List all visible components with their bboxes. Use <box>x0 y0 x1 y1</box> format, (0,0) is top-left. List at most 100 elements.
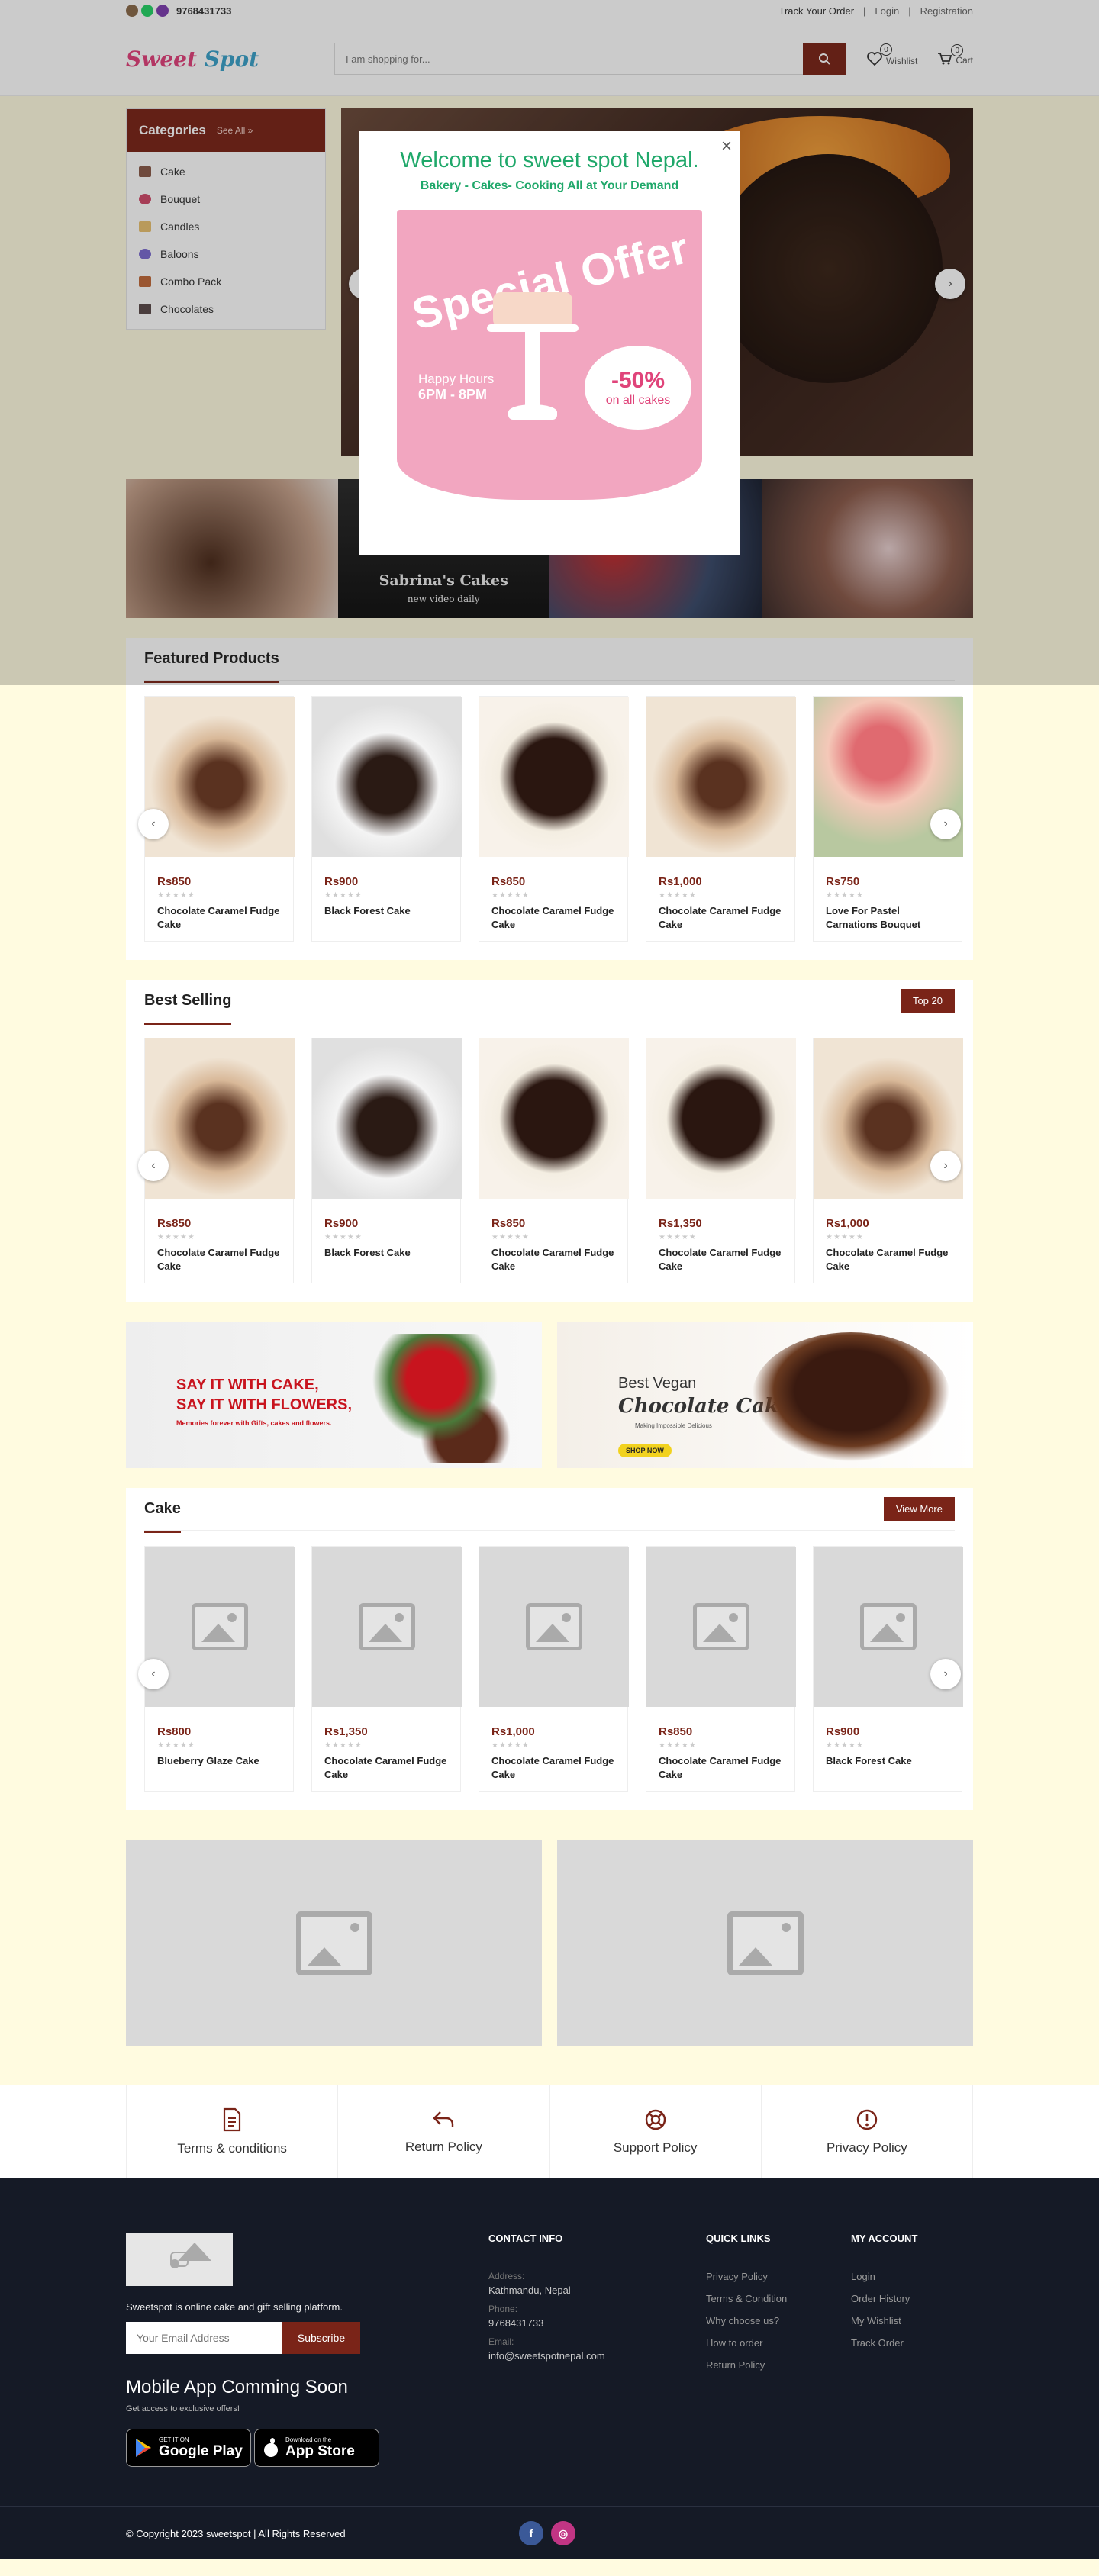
modal-subtitle: Bakery - Cakes- Cooking All at Your Dema… <box>420 179 679 192</box>
shop-now-button[interactable]: SHOP NOW <box>618 1444 672 1457</box>
product-carousel: Rs850 ★★★★★ Chocolate Caramel Fudge Cake R… <box>138 696 963 942</box>
cake-section: Cake View More Rs800 ★★★★★ Blueberry Glaze … <box>126 1488 973 1810</box>
ad-placeholder[interactable] <box>126 1840 542 2046</box>
policy-privacy[interactable]: Privacy Policy <box>760 2085 973 2178</box>
promo-banner-flowers[interactable]: SAY IT WITH CAKE, SAY IT WITH FLOWERS, Me… <box>126 1322 542 1468</box>
footer-logo[interactable] <box>126 2233 233 2286</box>
rating-stars: ★★★★★ <box>324 1233 363 1241</box>
footer-link[interactable]: How to order <box>706 2337 851 2349</box>
rating-stars: ★★★★★ <box>491 1741 530 1750</box>
product-image <box>312 1547 462 1707</box>
close-icon[interactable]: × <box>721 136 732 157</box>
policy-strip: Terms & conditions Return Policy Support… <box>0 2085 1099 2178</box>
carousel-next-button[interactable]: › <box>930 1659 961 1689</box>
modal-title: Welcome to sweet spot Nepal. <box>400 148 699 172</box>
footer-phone[interactable]: 9768431733 <box>488 2317 706 2329</box>
special-offer-image[interactable]: Special Offer Happy Hours 6PM - 8PM -50% o… <box>397 210 702 500</box>
footer-email[interactable]: info@sweetspotnepal.com <box>488 2350 706 2362</box>
image-placeholder-icon <box>526 1603 582 1650</box>
product-image <box>479 697 629 857</box>
footer-link[interactable]: Order History <box>851 2293 973 2304</box>
product-image <box>646 1038 796 1199</box>
image-placeholder-icon <box>693 1603 749 1650</box>
document-icon <box>224 2107 241 2132</box>
image-placeholder-icon <box>170 2243 211 2268</box>
exclamation-circle-icon <box>856 2109 878 2130</box>
app-title: Mobile App Comming Soon <box>126 2377 348 2397</box>
product-image <box>646 697 796 857</box>
copyright-bar: © Copyright 2023 sweetspot | All Rights … <box>0 2506 1099 2559</box>
product-carousel: Rs800 ★★★★★ Blueberry Glaze Cake Rs1,350 ★★… <box>138 1546 963 1792</box>
product-card[interactable]: Rs900 ★★★★★ Black Forest Cake <box>311 696 462 942</box>
product-card[interactable]: Rs850 ★★★★★ Chocolate Caramel Fudge Cake <box>479 696 629 942</box>
product-image <box>479 1038 629 1199</box>
carousel-next-button[interactable]: › <box>930 809 961 839</box>
apple-icon <box>264 2438 278 2457</box>
footer-link[interactable]: Privacy Policy <box>706 2271 851 2282</box>
policy-return[interactable]: Return Policy <box>337 2085 549 2178</box>
subscribe-button[interactable]: Subscribe <box>282 2322 360 2354</box>
ad-placeholder[interactable] <box>557 1840 973 2046</box>
rating-stars: ★★★★★ <box>659 1233 697 1241</box>
product-image <box>145 1547 295 1707</box>
rating-stars: ★★★★★ <box>826 1233 864 1241</box>
section-title: Best Selling <box>144 992 232 1025</box>
newsletter-email-input[interactable] <box>126 2322 282 2354</box>
product-card[interactable]: Rs1,000 ★★★★★ Chocolate Caramel Fudge Cake <box>646 696 796 942</box>
footer-link[interactable]: Track Order <box>851 2337 973 2349</box>
product-image <box>312 697 462 857</box>
best-selling-section: Best Selling Top 20 Rs850 ★★★★★ Chocolate C… <box>126 980 973 1302</box>
rating-stars: ★★★★★ <box>157 1741 195 1750</box>
return-arrow-icon <box>433 2111 454 2127</box>
facebook-icon[interactable]: f <box>519 2521 543 2545</box>
footer-link[interactable]: Return Policy <box>706 2359 851 2371</box>
policy-terms[interactable]: Terms & conditions <box>126 2085 337 2178</box>
product-card[interactable]: Rs900 ★★★★★ Black Forest Cake <box>311 1038 462 1283</box>
featured-section: Featured Products Rs850 ★★★★★ Chocolate Ca… <box>126 638 973 960</box>
product-carousel: Rs850 ★★★★★ Chocolate Caramel Fudge Cake R… <box>138 1038 963 1283</box>
rating-stars: ★★★★★ <box>157 1233 195 1241</box>
carousel-prev-button[interactable]: ‹ <box>138 1151 169 1181</box>
rating-stars: ★★★★★ <box>659 891 697 900</box>
instagram-icon[interactable]: ◎ <box>551 2521 575 2545</box>
product-card[interactable]: Rs1,000 ★★★★★ Chocolate Caramel Fudge Cake <box>479 1546 629 1792</box>
rating-stars: ★★★★★ <box>324 891 363 900</box>
product-image <box>145 697 295 857</box>
footer-link[interactable]: Login <box>851 2271 973 2282</box>
product-card[interactable]: Rs1,350 ★★★★★ Chocolate Caramel Fudge Cake <box>311 1546 462 1792</box>
rating-stars: ★★★★★ <box>324 1741 363 1750</box>
policy-support[interactable]: Support Policy <box>549 2085 761 2178</box>
view-more-button[interactable]: View More <box>883 1496 955 1521</box>
footer-link[interactable]: Terms & Condition <box>706 2293 851 2304</box>
section-title: Cake <box>144 1500 181 1533</box>
image-placeholder-icon <box>860 1603 917 1650</box>
google-play-button[interactable]: GET IT ON Google Play <box>126 2429 251 2467</box>
image-placeholder-icon <box>727 1911 804 1975</box>
product-card[interactable]: Rs850 ★★★★★ Chocolate Caramel Fudge Cake <box>646 1546 796 1792</box>
footer: Sweetspot is online cake and gift sellin… <box>0 2178 1099 2506</box>
footer-link[interactable]: Why choose us? <box>706 2315 851 2326</box>
carousel-prev-button[interactable]: ‹ <box>138 809 169 839</box>
rating-stars: ★★★★★ <box>491 1233 530 1241</box>
carousel-prev-button[interactable]: ‹ <box>138 1659 169 1689</box>
welcome-modal: × Welcome to sweet spot Nepal. Bakery - … <box>359 131 740 555</box>
app-subtitle: Get access to exclusive offers! <box>126 2404 240 2413</box>
rating-stars: ★★★★★ <box>826 891 864 900</box>
quick-links: QUICK LINKS Privacy Policy Terms & Condi… <box>706 2233 851 2467</box>
footer-description: Sweetspot is online cake and gift sellin… <box>126 2301 343 2313</box>
my-account-links: MY ACCOUNT Login Order History My Wishli… <box>851 2233 973 2467</box>
top-20-button[interactable]: Top 20 <box>900 988 955 1013</box>
product-image <box>312 1038 462 1199</box>
app-store-button[interactable]: Download on the App Store <box>254 2429 379 2467</box>
footer-link[interactable]: My Wishlist <box>851 2315 973 2326</box>
rating-stars: ★★★★★ <box>659 1741 697 1750</box>
product-card[interactable]: Rs850 ★★★★★ Chocolate Caramel Fudge Cake <box>479 1038 629 1283</box>
product-card[interactable]: Rs1,350 ★★★★★ Chocolate Caramel Fudge Cake <box>646 1038 796 1283</box>
product-image <box>145 1038 295 1199</box>
image-placeholder-icon <box>359 1603 415 1650</box>
product-image <box>646 1547 796 1707</box>
product-image <box>479 1547 629 1707</box>
contact-info: CONTACT INFO Address: Kathmandu, Nepal P… <box>488 2233 706 2467</box>
promo-banner-vegan[interactable]: Best Vegan Chocolate Cake Making Impossi… <box>557 1322 973 1468</box>
carousel-next-button[interactable]: › <box>930 1151 961 1181</box>
